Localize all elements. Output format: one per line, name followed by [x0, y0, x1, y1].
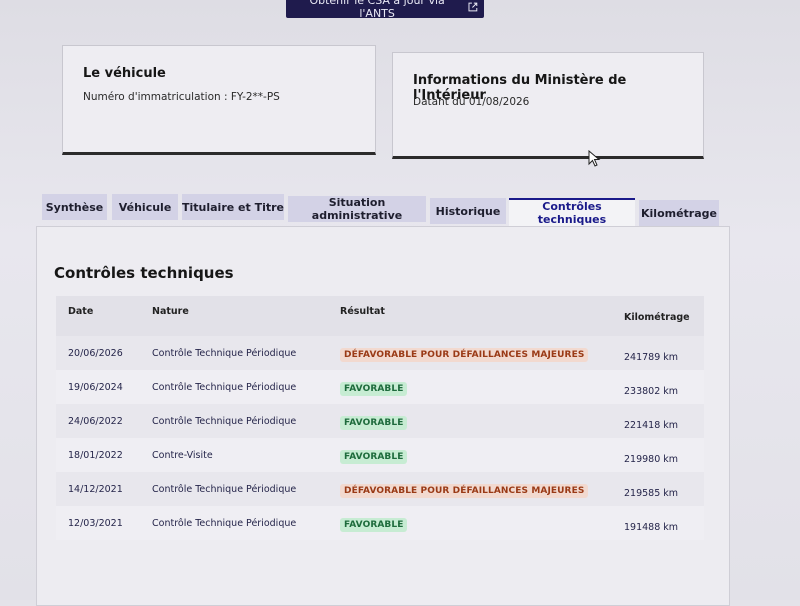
tab-situation-administrative[interactable]: Situation administrative [288, 196, 426, 222]
tab-bar: Synthèse Véhicule Titulaire et Titre Sit… [42, 192, 732, 228]
header-nature: Nature [152, 306, 189, 317]
result-badge: FAVORABLE [340, 518, 408, 532]
table-row: 20/06/2026 Contrôle Technique Périodique… [56, 336, 704, 370]
technical-inspections-table: Date Nature Résultat Kilométrage 20/06/2… [56, 296, 704, 540]
vehicle-card-title: Le véhicule [83, 66, 166, 81]
row-date: 20/06/2026 [68, 348, 123, 359]
result-badge: DÉFAVORABLE POUR DÉFAILLANCES MAJEURES [340, 484, 589, 498]
row-date: 19/06/2024 [68, 382, 123, 393]
row-mileage: 241789 km [624, 352, 679, 363]
row-date: 18/01/2022 [68, 450, 123, 461]
row-nature: Contrôle Technique Périodique [152, 348, 297, 359]
result-badge: FAVORABLE [340, 450, 408, 464]
tab-titulaire-et-titre[interactable]: Titulaire et Titre [182, 194, 284, 220]
tab-controles-techniques[interactable]: Contrôles techniques [509, 198, 635, 226]
result-badge: DÉFAVORABLE POUR DÉFAILLANCES MAJEURES [340, 348, 589, 362]
get-csa-label: Obtenir le CSA à jour via l'ANTS [309, 0, 445, 20]
result-badge: FAVORABLE [340, 416, 408, 430]
row-nature: Contrôle Technique Périodique [152, 484, 297, 495]
row-date: 24/06/2022 [68, 416, 123, 427]
table-body: 20/06/2026 Contrôle Technique Périodique… [56, 336, 704, 540]
row-nature: Contrôle Technique Périodique [152, 416, 297, 427]
tab-vehicule[interactable]: Véhicule [112, 194, 178, 220]
table-row: 19/06/2024 Contrôle Technique Périodique… [56, 370, 704, 404]
get-csa-button[interactable]: Obtenir le CSA à jour via l'ANTS [286, 0, 484, 20]
header-mileage: Kilométrage [624, 312, 690, 323]
row-mileage: 191488 km [624, 522, 679, 533]
tab-historique[interactable]: Historique [430, 198, 506, 224]
external-link-icon [468, 2, 478, 11]
row-mileage: 233802 km [624, 386, 679, 397]
header-date: Date [68, 306, 94, 317]
tab-synthese[interactable]: Synthèse [42, 194, 107, 220]
row-nature: Contrôle Technique Périodique [152, 518, 297, 529]
page: Obtenir le CSA à jour via l'ANTS Le véhi… [0, 0, 800, 606]
section-title: Contrôles techniques [54, 264, 234, 282]
ministry-card: Informations du Ministère de l'Intérieur… [392, 52, 704, 159]
registration-number: Numéro d'immatriculation : FY-2**-PS [83, 91, 280, 103]
row-mileage: 219980 km [624, 454, 679, 465]
table-row: 14/12/2021 Contrôle Technique Périodique… [56, 472, 704, 506]
row-date: 14/12/2021 [68, 484, 123, 495]
row-mileage: 221418 km [624, 420, 679, 431]
mouse-cursor-icon [588, 150, 601, 167]
table-row: 12/03/2021 Contrôle Technique Périodique… [56, 506, 704, 540]
row-date: 12/03/2021 [68, 518, 123, 529]
result-badge: FAVORABLE [340, 382, 408, 396]
row-nature: Contrôle Technique Périodique [152, 382, 297, 393]
ministry-data-date: Datant du 01/08/2026 [413, 96, 530, 108]
table-row: 18/01/2022 Contre-Visite FAVORABLE 21998… [56, 438, 704, 472]
row-nature: Contre-Visite [152, 450, 213, 461]
table-row: 24/06/2022 Contrôle Technique Périodique… [56, 404, 704, 438]
row-mileage: 219585 km [624, 488, 679, 499]
header-result: Résultat [340, 306, 385, 317]
vehicle-card: Le véhicule Numéro d'immatriculation : F… [62, 45, 376, 155]
tab-kilometrage[interactable]: Kilométrage [639, 200, 719, 226]
table-header: Date Nature Résultat Kilométrage [56, 296, 704, 336]
